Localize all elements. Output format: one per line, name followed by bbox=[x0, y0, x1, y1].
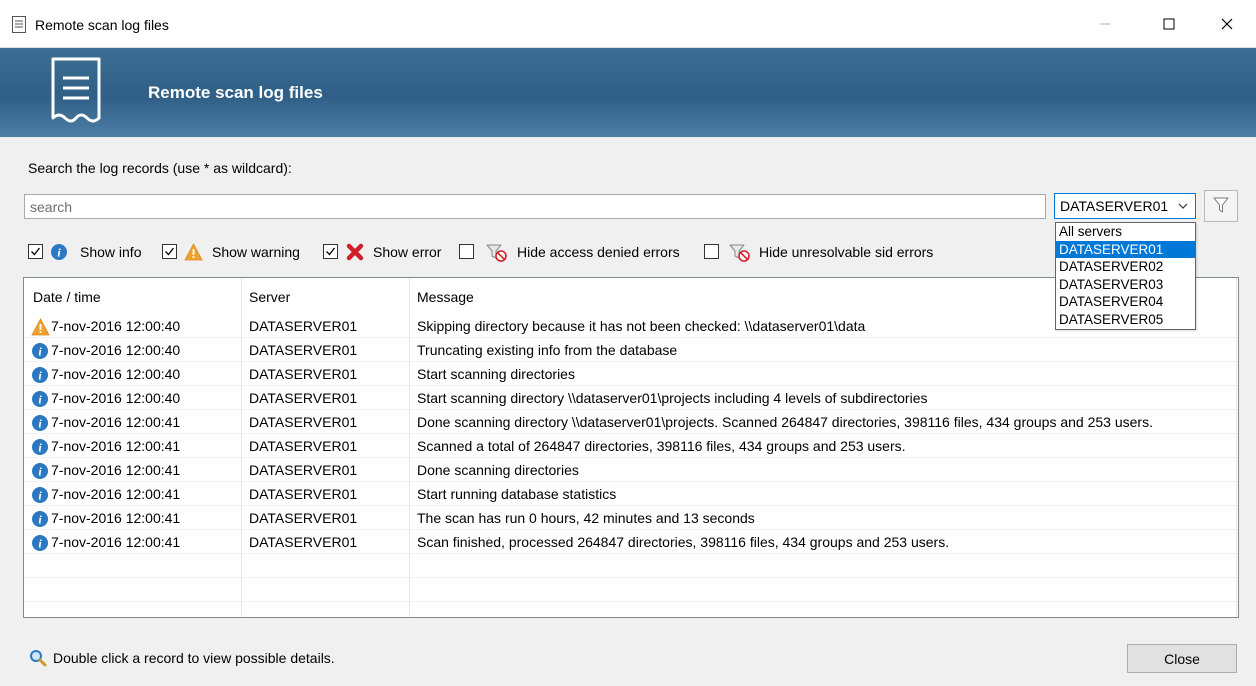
info-icon: i bbox=[50, 243, 68, 264]
dropdown-option[interactable]: DATASERVER05 bbox=[1056, 311, 1195, 329]
server-select[interactable]: DATASERVER01 bbox=[1054, 193, 1196, 219]
dropdown-option[interactable]: DATASERVER03 bbox=[1056, 276, 1195, 294]
filter-icon bbox=[1213, 196, 1229, 217]
table-row[interactable]: i 7-nov-2016 12:00:41 DATASERVER01 Scanned … bbox=[24, 434, 1238, 458]
table-row[interactable]: i 7-nov-2016 12:00:41 DATASERVER01 Done sca… bbox=[24, 458, 1238, 482]
show-info-checkbox[interactable] bbox=[28, 244, 43, 259]
info-icon: i bbox=[31, 534, 49, 555]
table-row[interactable]: i 7-nov-2016 12:00:41 DATASERVER01 Scan fin… bbox=[24, 530, 1238, 554]
header-banner: Remote scan log files bbox=[0, 48, 1256, 137]
table-row[interactable]: i 7-nov-2016 12:00:40 DATASERVER01 Truncati… bbox=[24, 338, 1238, 362]
cell-datetime: 7-nov-2016 12:00:41 bbox=[51, 414, 181, 430]
column-header-server[interactable]: Server bbox=[249, 289, 290, 305]
hide-access-denied-label: Hide access denied errors bbox=[517, 244, 680, 260]
cell-datetime: 7-nov-2016 12:00:41 bbox=[51, 486, 181, 502]
cell-message: Scan finished, processed 264847 director… bbox=[417, 534, 950, 550]
cell-server: DATASERVER01 bbox=[249, 366, 358, 382]
info-icon: i bbox=[31, 438, 49, 459]
info-icon: i bbox=[31, 390, 49, 411]
hide-unresolvable-sid-checkbox[interactable] bbox=[704, 244, 719, 259]
cell-message: Scanned a total of 264847 directories, 3… bbox=[417, 438, 906, 454]
minimize-button[interactable] bbox=[1082, 0, 1128, 48]
cell-datetime: 7-nov-2016 12:00:40 bbox=[51, 390, 181, 406]
table-row[interactable]: i 7-nov-2016 12:00:41 DATASERVER01 Start ru… bbox=[24, 482, 1238, 506]
cell-datetime: 7-nov-2016 12:00:40 bbox=[51, 366, 181, 382]
column-header-datetime[interactable]: Date / time bbox=[33, 289, 101, 305]
server-dropdown-list[interactable]: All servers DATASERVER01 DATASERVER02 DA… bbox=[1055, 222, 1196, 330]
search-label: Search the log records (use * as wildcar… bbox=[28, 160, 292, 176]
filter-blocked-icon bbox=[729, 243, 751, 266]
cell-datetime: 7-nov-2016 12:00:41 bbox=[51, 438, 181, 454]
dropdown-option[interactable]: DATASERVER04 bbox=[1056, 293, 1195, 311]
show-info-label: Show info bbox=[80, 244, 142, 260]
info-icon: i bbox=[31, 342, 49, 363]
dropdown-option[interactable]: DATASERVER02 bbox=[1056, 258, 1195, 276]
warning-icon bbox=[184, 243, 203, 264]
server-select-value: DATASERVER01 bbox=[1060, 198, 1169, 214]
log-file-icon bbox=[12, 16, 26, 33]
show-error-checkbox[interactable] bbox=[323, 244, 338, 259]
empty-row bbox=[24, 554, 1238, 578]
cell-message: Done scanning directories bbox=[417, 462, 579, 478]
cell-server: DATASERVER01 bbox=[249, 438, 358, 454]
cell-message: Start scanning directories bbox=[417, 366, 575, 382]
table-row[interactable]: i 7-nov-2016 12:00:41 DATASERVER01 The scan… bbox=[24, 506, 1238, 530]
empty-row bbox=[24, 602, 1238, 617]
table-row[interactable]: i 7-nov-2016 12:00:40 DATASERVER01 Start sc… bbox=[24, 362, 1238, 386]
table-row[interactable]: i 7-nov-2016 12:00:40 DATASERVER01 Start sc… bbox=[24, 386, 1238, 410]
cell-datetime: 7-nov-2016 12:00:41 bbox=[51, 510, 181, 526]
table-row[interactable]: i 7-nov-2016 12:00:41 DATASERVER01 Done sca… bbox=[24, 410, 1238, 434]
dropdown-option-selected[interactable]: DATASERVER01 bbox=[1056, 240, 1195, 259]
show-warning-label: Show warning bbox=[212, 244, 300, 260]
chevron-down-icon bbox=[1178, 199, 1188, 216]
cell-message: Done scanning directory \\dataserver01\p… bbox=[417, 414, 1153, 430]
close-window-button[interactable] bbox=[1204, 0, 1250, 48]
cell-server: DATASERVER01 bbox=[249, 414, 358, 430]
filter-blocked-icon bbox=[486, 243, 508, 266]
banner-title: Remote scan log files bbox=[148, 83, 323, 102]
filter-button[interactable] bbox=[1204, 190, 1238, 222]
maximize-button[interactable] bbox=[1146, 0, 1192, 48]
error-icon bbox=[346, 243, 364, 264]
info-icon: i bbox=[31, 366, 49, 387]
cell-server: DATASERVER01 bbox=[249, 318, 358, 334]
cell-server: DATASERVER01 bbox=[249, 462, 358, 478]
close-button[interactable]: Close bbox=[1127, 644, 1237, 673]
search-input[interactable] bbox=[24, 194, 1046, 219]
cell-server: DATASERVER01 bbox=[249, 390, 358, 406]
cell-datetime: 7-nov-2016 12:00:41 bbox=[51, 462, 181, 478]
info-icon: i bbox=[31, 414, 49, 435]
title-bar: Remote scan log files bbox=[0, 0, 1256, 48]
info-icon: i bbox=[31, 462, 49, 483]
cell-message: Start running database statistics bbox=[417, 486, 617, 502]
hide-access-denied-checkbox[interactable] bbox=[459, 244, 474, 259]
cell-message: The scan has run 0 hours, 42 minutes and… bbox=[417, 510, 755, 526]
cell-datetime: 7-nov-2016 12:00:41 bbox=[51, 534, 181, 550]
cell-message: Skipping directory because it has not be… bbox=[417, 318, 866, 334]
show-error-label: Show error bbox=[373, 244, 442, 260]
cell-datetime: 7-nov-2016 12:00:40 bbox=[51, 318, 181, 334]
warning-icon bbox=[31, 318, 50, 339]
empty-row bbox=[24, 578, 1238, 602]
info-icon: i bbox=[31, 510, 49, 531]
cell-server: DATASERVER01 bbox=[249, 486, 358, 502]
column-header-message[interactable]: Message bbox=[417, 289, 474, 305]
cell-message: Truncating existing info from the databa… bbox=[417, 342, 678, 358]
cell-server: DATASERVER01 bbox=[249, 534, 358, 550]
cell-server: DATASERVER01 bbox=[249, 342, 358, 358]
cell-datetime: 7-nov-2016 12:00:40 bbox=[51, 342, 181, 358]
info-icon: i bbox=[31, 486, 49, 507]
log-document-icon bbox=[50, 56, 102, 131]
window-title: Remote scan log files bbox=[35, 17, 169, 33]
cell-server: DATASERVER01 bbox=[249, 510, 358, 526]
show-warning-checkbox[interactable] bbox=[162, 244, 177, 259]
cell-message: Start scanning directory \\dataserver01\… bbox=[417, 390, 928, 406]
hide-unresolvable-sid-label: Hide unresolvable sid errors bbox=[759, 244, 934, 260]
dropdown-option[interactable]: All servers bbox=[1056, 223, 1195, 241]
magnifier-icon bbox=[29, 649, 47, 670]
footer-hint: Double click a record to view possible d… bbox=[53, 650, 335, 666]
